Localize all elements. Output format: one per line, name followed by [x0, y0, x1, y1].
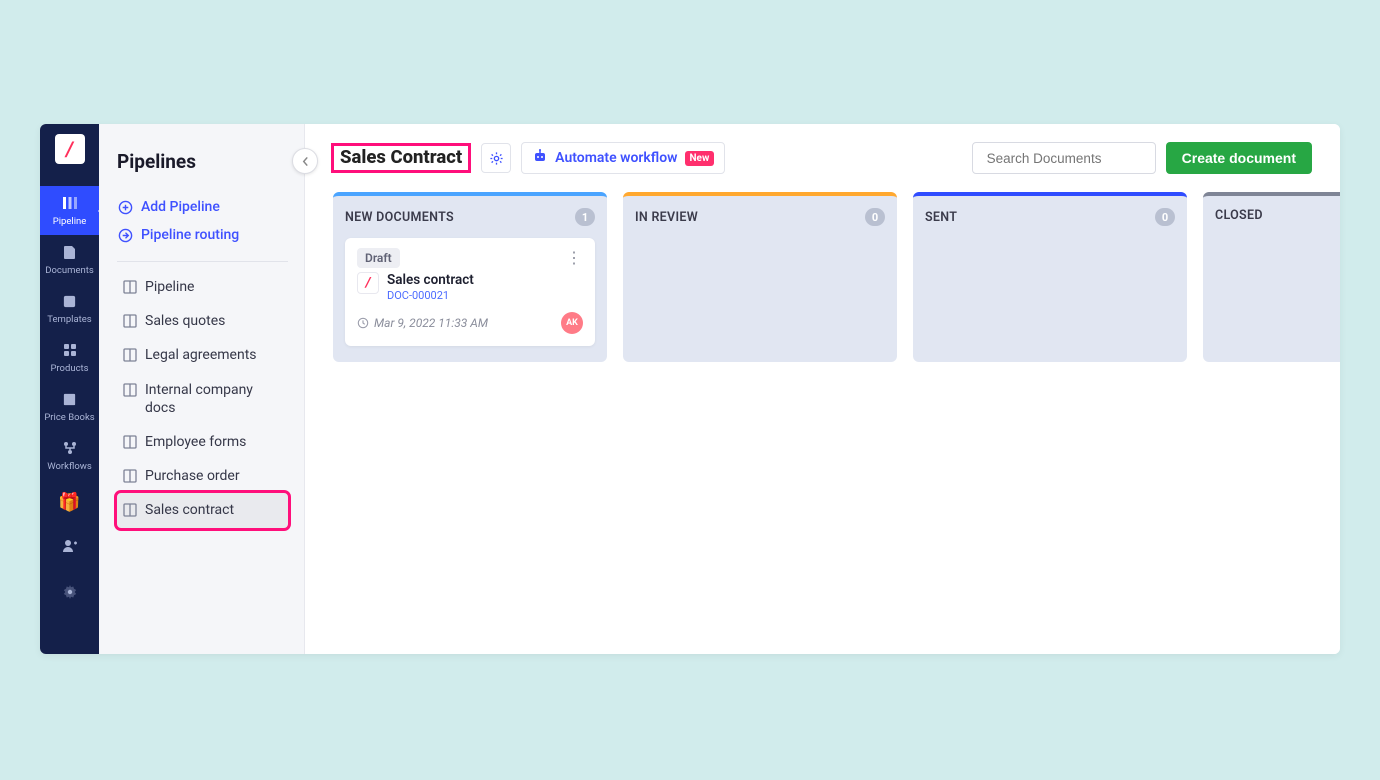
topbar: Sales Contract Automate workflow New Cre… — [305, 124, 1340, 192]
column-header: IN REVIEW 0 — [635, 208, 885, 226]
pipeline-settings-button[interactable] — [481, 143, 511, 173]
search-documents-input[interactable] — [972, 142, 1156, 174]
column-new-documents: NEW DOCUMENTS 1 Draft ⋮ / Sales contract… — [333, 192, 607, 362]
sidebar-item-sales-contract[interactable]: Sales contract — [117, 493, 288, 527]
create-document-button[interactable]: Create document — [1166, 142, 1312, 174]
column-title: IN REVIEW — [635, 210, 698, 225]
user-plus-icon — [61, 537, 79, 555]
column-count: 0 — [1155, 208, 1175, 226]
rail-item-workflows[interactable]: Workflows — [40, 431, 99, 480]
sidebar-item-internal-company-docs[interactable]: Internal company docs — [117, 373, 288, 425]
sidebar-item-sales-quotes[interactable]: Sales quotes — [117, 304, 288, 338]
rail-label: Documents — [45, 265, 94, 276]
rail-item-gifts[interactable]: 🎁 — [40, 480, 99, 525]
main-panel: Sales Contract Automate workflow New Cre… — [305, 124, 1340, 654]
board-icon — [123, 314, 137, 328]
column-title: NEW DOCUMENTS — [345, 210, 454, 225]
pipeline-routing-link[interactable]: Pipeline routing — [117, 221, 288, 249]
board-icon — [123, 280, 137, 294]
sidebar-item-label: Pipeline — [145, 278, 195, 296]
column-header: SENT 0 — [925, 208, 1175, 226]
board-icon — [123, 503, 137, 517]
rail-label: Price Books — [44, 412, 94, 423]
card-timestamp: Mar 9, 2022 11:33 AM — [357, 316, 488, 330]
page-title: Sales Contract — [331, 143, 471, 173]
owner-avatar[interactable]: AK — [561, 312, 583, 334]
column-header: CLOSED — [1215, 208, 1340, 223]
products-icon — [61, 341, 79, 359]
sidebar-item-pipeline[interactable]: Pipeline — [117, 270, 288, 304]
app-logo[interactable]: / — [55, 134, 85, 164]
rail-label: Pipeline — [53, 216, 87, 227]
board-icon — [123, 435, 137, 449]
app-window: / Pipeline Documents Templates Products — [40, 124, 1340, 654]
rail-label: Templates — [47, 314, 91, 325]
card-title: Sales contract — [387, 272, 474, 288]
status-badge: Draft — [357, 248, 400, 268]
documents-icon — [61, 243, 79, 261]
sidebar-item-label: Employee forms — [145, 433, 246, 451]
column-closed: CLOSED — [1203, 192, 1340, 362]
robot-icon — [532, 148, 548, 168]
sidebar: Pipelines Add Pipeline Pipeline routing … — [99, 124, 305, 654]
add-pipeline-label: Add Pipeline — [141, 199, 220, 215]
board-icon — [123, 348, 137, 362]
board-icon — [123, 383, 137, 397]
column-header: NEW DOCUMENTS 1 — [345, 208, 595, 226]
rail-label: Products — [50, 363, 88, 374]
divider — [117, 261, 288, 262]
board-icon — [123, 469, 137, 483]
rail-item-settings[interactable] — [40, 571, 99, 617]
gear-icon — [489, 151, 504, 166]
rail-item-pipeline[interactable]: Pipeline — [40, 186, 99, 235]
templates-icon — [61, 292, 79, 310]
new-badge: New — [685, 151, 715, 166]
column-count: 1 — [575, 208, 595, 226]
rail-item-products[interactable]: Products — [40, 333, 99, 382]
rail-item-templates[interactable]: Templates — [40, 284, 99, 333]
sidebar-title: Pipelines — [117, 150, 288, 173]
card-timestamp-text: Mar 9, 2022 11:33 AM — [374, 316, 488, 330]
sidebar-item-label: Sales contract — [145, 501, 234, 519]
plus-circle-icon — [117, 199, 133, 215]
column-count: 0 — [865, 208, 885, 226]
card-doc-id: DOC-000021 — [387, 289, 474, 302]
kanban-board: NEW DOCUMENTS 1 Draft ⋮ / Sales contract… — [305, 192, 1340, 362]
sidebar-item-label: Legal agreements — [145, 346, 257, 364]
sidebar-item-label: Purchase order — [145, 467, 240, 485]
sidebar-collapse-button[interactable] — [292, 148, 318, 174]
sidebar-item-legal-agreements[interactable]: Legal agreements — [117, 338, 288, 372]
clock-icon — [357, 317, 369, 329]
column-title: SENT — [925, 210, 957, 225]
gear-icon — [61, 583, 79, 601]
card-menu-button[interactable]: ⋮ — [566, 250, 583, 266]
pipeline-icon — [61, 194, 79, 212]
chevron-left-icon — [301, 157, 310, 166]
sidebar-item-label: Internal company docs — [145, 381, 282, 417]
rail-label: Workflows — [47, 461, 92, 472]
sidebar-item-label: Sales quotes — [145, 312, 225, 330]
routing-icon — [117, 227, 133, 243]
nav-rail: / Pipeline Documents Templates Products — [40, 124, 99, 654]
add-pipeline-link[interactable]: Add Pipeline — [117, 193, 288, 221]
rail-item-pricebooks[interactable]: Price Books — [40, 382, 99, 431]
column-sent: SENT 0 — [913, 192, 1187, 362]
automate-workflow-button[interactable]: Automate workflow New — [521, 142, 725, 174]
rail-item-invite[interactable] — [40, 525, 99, 571]
sidebar-item-purchase-order[interactable]: Purchase order — [117, 459, 288, 493]
card-logo-icon: / — [357, 272, 379, 294]
pricebooks-icon — [61, 390, 79, 408]
pipeline-routing-label: Pipeline routing — [141, 227, 239, 243]
automate-workflow-label: Automate workflow — [555, 150, 677, 166]
search-documents-field[interactable] — [987, 151, 1164, 166]
column-title: CLOSED — [1215, 208, 1263, 223]
gift-icon: 🎁 — [58, 492, 80, 513]
rail-item-documents[interactable]: Documents — [40, 235, 99, 284]
sidebar-item-employee-forms[interactable]: Employee forms — [117, 425, 288, 459]
workflows-icon — [61, 439, 79, 457]
column-in-review: IN REVIEW 0 — [623, 192, 897, 362]
document-card[interactable]: Draft ⋮ / Sales contract DOC-000021 — [345, 238, 595, 346]
